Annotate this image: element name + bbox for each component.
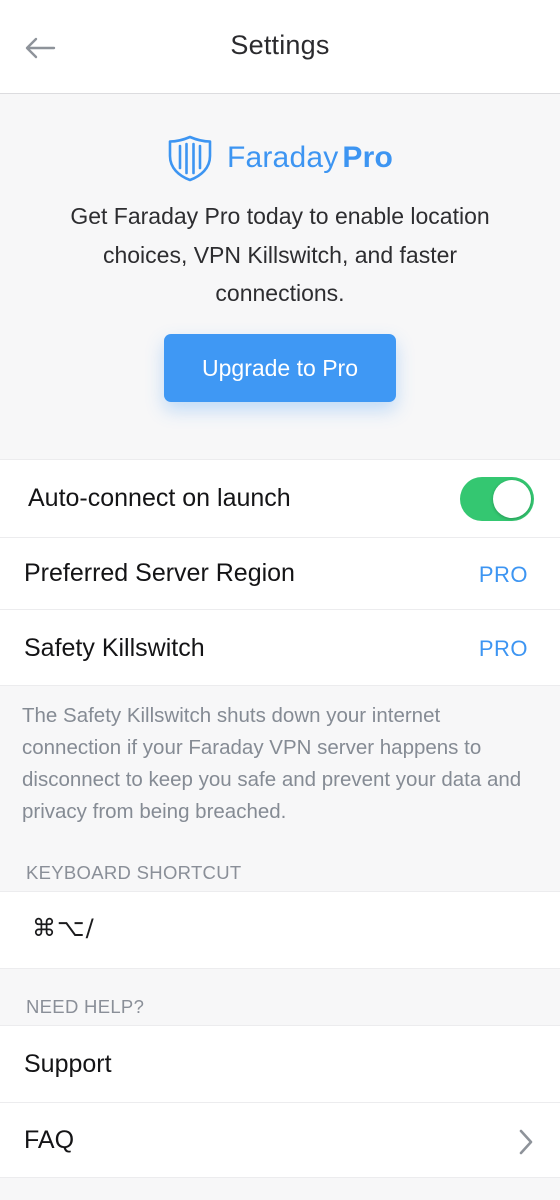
toggle-knob [493, 480, 531, 518]
auto-connect-row: Auto-connect on launch [0, 459, 560, 537]
upgrade-button[interactable]: Upgrade to Pro [164, 334, 396, 402]
auto-connect-toggle[interactable] [460, 477, 534, 521]
need-help-heading: NEED HELP? [26, 996, 145, 1017]
support-row[interactable]: Support [0, 1025, 560, 1102]
brand-pro-text: Pro [342, 141, 394, 174]
support-label: Support [24, 1050, 112, 1078]
header-bar: Settings [0, 0, 560, 94]
keyboard-shortcut-value: ⌘⌥/ [32, 914, 95, 942]
auto-connect-label: Auto-connect on launch [28, 484, 291, 512]
chevron-right-icon [519, 1129, 533, 1155]
server-region-label: Preferred Server Region [24, 559, 295, 587]
pro-badge: PRO [478, 562, 528, 587]
keyboard-shortcut-heading: KEYBOARD SHORTCUT [26, 862, 242, 883]
promo-description: Get Faraday Pro today to enable location… [70, 203, 490, 306]
killswitch-row[interactable]: Safety Killswitch PRO [0, 609, 560, 686]
pro-badge: PRO [478, 636, 528, 661]
server-region-row[interactable]: Preferred Server Region PRO [0, 537, 560, 609]
faq-label: FAQ [24, 1126, 75, 1154]
faq-row[interactable]: FAQ [0, 1102, 560, 1178]
pro-promo-panel: Faraday Pro Get Faraday Pro today to enab… [0, 94, 560, 458]
killswitch-description: The Safety Killswitch shuts down your in… [22, 704, 522, 823]
keyboard-shortcut-row[interactable]: ⌘⌥/ [0, 891, 560, 969]
page-title: Settings [230, 30, 330, 60]
brand-logo: Faraday Pro [0, 134, 560, 182]
brand-name: Faraday Pro [227, 141, 393, 175]
shield-icon [168, 135, 212, 182]
brand-name-text: Faraday [226, 141, 339, 174]
killswitch-label: Safety Killswitch [24, 634, 205, 662]
